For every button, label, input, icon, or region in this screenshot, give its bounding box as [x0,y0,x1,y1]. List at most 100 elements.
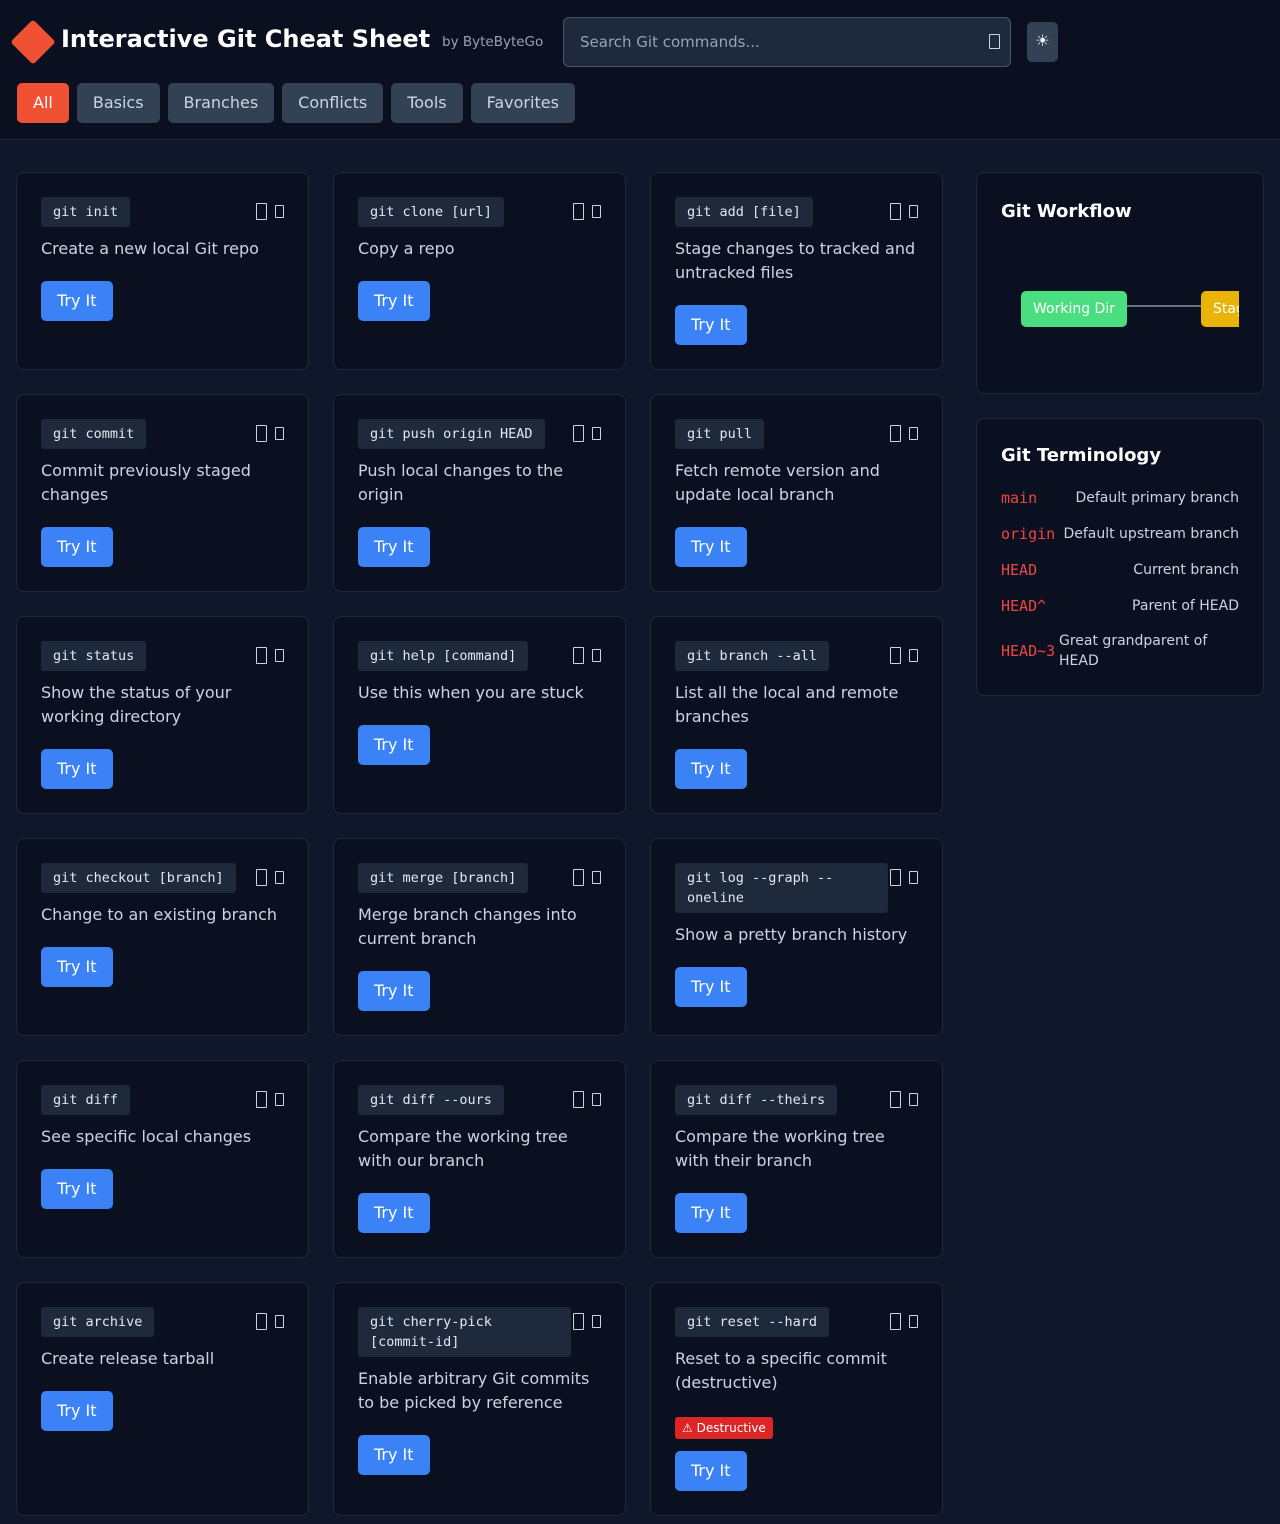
try-it-button[interactable]: Try It [675,749,747,789]
workflow-stage-staging[interactable]: Staging [1201,291,1239,327]
try-it-button[interactable]: Try It [675,1193,747,1233]
copy-icon[interactable] [256,1091,267,1108]
try-it-button[interactable]: Try It [358,725,430,765]
command-code: git diff [41,1085,131,1115]
try-it-button[interactable]: Try It [41,1391,113,1431]
try-it-button[interactable]: Try It [41,281,113,321]
workflow-stage-working-dir[interactable]: Working Dir [1021,291,1127,327]
command-code: git merge [branch] [358,863,529,893]
command-card: git branch --all List all the local and … [650,616,943,814]
term-definition: Default primary branch [1075,490,1239,506]
try-it-button[interactable]: Try It [675,1451,747,1491]
command-card: git commit Commit previously staged chan… [16,394,309,592]
copy-icon[interactable] [256,647,267,664]
bookmark-icon[interactable] [909,871,918,884]
bookmark-icon[interactable] [592,1093,601,1106]
try-it-button[interactable]: Try It [358,1193,430,1233]
try-it-button[interactable]: Try It [41,1169,113,1209]
try-it-button[interactable]: Try It [675,305,747,345]
bookmark-icon[interactable] [592,649,601,662]
try-it-button[interactable]: Try It [41,749,113,789]
bookmark-icon[interactable] [592,205,601,218]
bookmark-icon[interactable] [909,1093,918,1106]
byline: by ByteByteGo [442,34,544,50]
command-card: git reset --hard Reset to a specific com… [650,1282,943,1516]
term-key: origin [1001,525,1056,543]
try-it-button[interactable]: Try It [358,1435,430,1475]
command-card: git log --graph --oneline Show a pretty … [650,838,943,1036]
copy-icon[interactable] [890,425,901,442]
bookmark-icon[interactable] [275,1315,284,1328]
destructive-badge: ⚠ Destructive [675,1417,773,1439]
command-description: Change to an existing branch [41,905,278,924]
copy-icon[interactable] [573,1091,584,1108]
tab-tools[interactable]: Tools [391,83,463,123]
try-it-button[interactable]: Try It [675,527,747,567]
copy-icon[interactable] [256,203,267,220]
bookmark-icon[interactable] [909,1315,918,1328]
command-code: git clone [url] [358,197,504,227]
command-description: Use this when you are stuck [358,683,584,702]
bookmark-icon[interactable] [275,871,284,884]
command-code: git pull [675,419,765,449]
command-card: git status Show the status of your worki… [16,616,309,814]
command-card: git checkout [branch] Change to an exist… [16,838,309,1036]
tab-basics[interactable]: Basics [76,83,160,123]
copy-icon[interactable] [573,203,584,220]
copy-icon[interactable] [573,1313,584,1330]
bookmark-icon[interactable] [592,871,601,884]
bookmark-icon[interactable] [275,427,284,440]
bookmark-icon[interactable] [909,205,918,218]
try-it-button[interactable]: Try It [358,527,430,567]
copy-icon[interactable] [573,647,584,664]
term-definition: Parent of HEAD [1132,598,1239,614]
bookmark-icon[interactable] [275,205,284,218]
command-card: git diff --theirs Compare the working tr… [650,1060,943,1258]
copy-icon[interactable] [256,869,267,886]
command-description: Merge branch changes into current branch [358,905,577,948]
copy-icon[interactable] [890,1313,901,1330]
try-it-button[interactable]: Try It [358,971,430,1011]
command-description: Fetch remote version and update local br… [675,461,880,504]
tab-all[interactable]: All [17,83,69,123]
command-description: See specific local changes [41,1127,252,1146]
page-title: Interactive Git Cheat Sheet [61,25,431,53]
workflow-title: Git Workflow [1001,201,1132,222]
term-definition: Great grandparent of HEAD [1059,633,1208,669]
bookmark-icon[interactable] [592,1315,601,1328]
copy-icon[interactable] [890,869,901,886]
bookmark-icon[interactable] [909,649,918,662]
search-input[interactable] [564,18,1010,66]
theme-toggle-button[interactable]: ☀ [1027,22,1058,62]
command-code: git cherry-pick [commit-id] [358,1307,571,1357]
command-code: git reset --hard [675,1307,830,1337]
copy-icon[interactable] [890,1091,901,1108]
bookmark-icon[interactable] [592,427,601,440]
search-icon[interactable] [989,34,1000,49]
logo-icon [10,19,56,65]
command-card: git merge [branch] Merge branch changes … [333,838,626,1036]
bookmark-icon[interactable] [275,649,284,662]
copy-icon[interactable] [256,425,267,442]
bookmark-icon[interactable] [275,1093,284,1106]
term-row: origin Default upstream branch [1001,525,1239,543]
copy-icon[interactable] [573,869,584,886]
try-it-button[interactable]: Try It [358,281,430,321]
try-it-button[interactable]: Try It [675,967,747,1007]
bookmark-icon[interactable] [909,427,918,440]
command-card: git diff See specific local changes Try … [16,1060,309,1258]
terminology-title: Git Terminology [1001,445,1162,466]
tab-conflicts[interactable]: Conflicts [282,83,384,123]
term-row: main Default primary branch [1001,489,1239,507]
try-it-button[interactable]: Try It [41,527,113,567]
copy-icon[interactable] [256,1313,267,1330]
copy-icon[interactable] [890,203,901,220]
copy-icon[interactable] [890,647,901,664]
tab-favorites[interactable]: Favorites [470,83,575,123]
try-it-button[interactable]: Try It [41,947,113,987]
tab-branches[interactable]: Branches [167,83,275,123]
category-tabs: All Basics Branches Conflicts Tools Favo… [17,83,575,123]
workflow-diagram: Working Dir Staging [1001,291,1239,331]
copy-icon[interactable] [573,425,584,442]
command-description: List all the local and remote branches [675,683,899,726]
